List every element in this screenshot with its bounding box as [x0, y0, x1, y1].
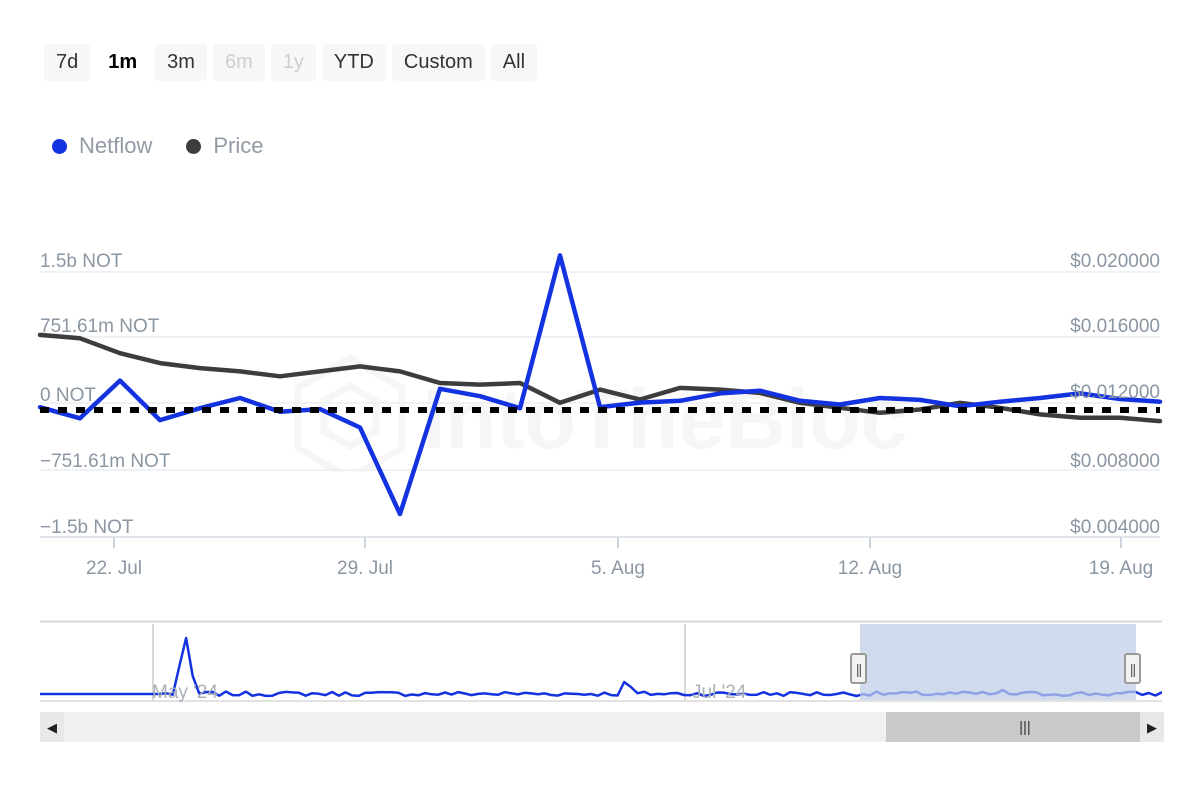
- x-tick-3: 12. Aug: [838, 558, 902, 580]
- y-left-tick-4: −1.5b NOT: [40, 517, 133, 539]
- scrollbar-grip-icon: |||: [1019, 720, 1031, 735]
- legend-item-netflow[interactable]: Netflow: [52, 133, 152, 159]
- y-left-tick-0: 1.5b NOT: [40, 251, 122, 273]
- range-button-custom[interactable]: Custom: [392, 44, 485, 81]
- y-left-tick-3: −751.61m NOT: [40, 451, 170, 473]
- navigator-handle-left[interactable]: ||: [850, 653, 867, 684]
- handle-grip-icon: ||: [1130, 662, 1135, 676]
- y-right-tick-0: $0.020000: [1070, 251, 1160, 273]
- y-right-tick-1: $0.016000: [1070, 316, 1160, 338]
- y-right-tick-2: $0.012000: [1070, 382, 1160, 404]
- legend-dot-price: [186, 139, 201, 154]
- y-right-tick-3: $0.008000: [1070, 451, 1160, 473]
- x-tick-4: 19. Aug: [1089, 558, 1153, 580]
- navigator-date-may: May '24: [152, 682, 218, 704]
- svg-text:IntoTheBlock: IntoTheBlock: [422, 372, 910, 466]
- x-tick-2: 5. Aug: [591, 558, 645, 580]
- chart-scrollbar[interactable]: ◀ ||| ▶: [40, 712, 1164, 742]
- chart-gridlines: [40, 272, 1160, 537]
- range-selector[interactable]: 7d 1m 3m 6m 1y YTD Custom All: [44, 44, 537, 81]
- scroll-right-arrow-icon[interactable]: ▶: [1140, 712, 1164, 742]
- navigator-handle-right[interactable]: ||: [1124, 653, 1141, 684]
- range-button-ytd[interactable]: YTD: [322, 44, 386, 81]
- y-right-tick-4: $0.004000: [1070, 517, 1160, 539]
- legend-label-price: Price: [213, 133, 263, 159]
- legend-item-price[interactable]: Price: [186, 133, 263, 159]
- legend-dot-netflow: [52, 139, 67, 154]
- scroll-left-arrow-icon[interactable]: ◀: [40, 712, 64, 742]
- legend-label-netflow: Netflow: [79, 133, 152, 159]
- range-button-7d[interactable]: 7d: [44, 44, 90, 81]
- scrollbar-thumb[interactable]: |||: [886, 712, 1164, 742]
- navigator-selection-mask: [860, 624, 1136, 700]
- netflow-line: [40, 255, 1160, 514]
- navigator-date-jul: Jul '24: [692, 682, 746, 704]
- y-left-tick-1: 751.61m NOT: [40, 316, 159, 338]
- x-tick-1: 29. Jul: [337, 558, 393, 580]
- chart-legend: Netflow Price: [52, 133, 263, 159]
- handle-grip-icon: ||: [856, 662, 861, 676]
- price-line: [40, 335, 1160, 421]
- chart-x-tickmarks: [114, 537, 1121, 548]
- x-tick-0: 22. Jul: [86, 558, 142, 580]
- range-button-all[interactable]: All: [491, 44, 537, 81]
- intotheblock-watermark: IntoTheBlock: [290, 352, 910, 472]
- range-button-1y: 1y: [271, 44, 316, 81]
- range-button-3m[interactable]: 3m: [155, 44, 207, 81]
- scrollbar-track[interactable]: |||: [64, 712, 1140, 742]
- range-button-1m[interactable]: 1m: [96, 44, 149, 81]
- range-button-6m: 6m: [213, 44, 265, 81]
- y-left-tick-2: 0 NOT: [40, 385, 96, 407]
